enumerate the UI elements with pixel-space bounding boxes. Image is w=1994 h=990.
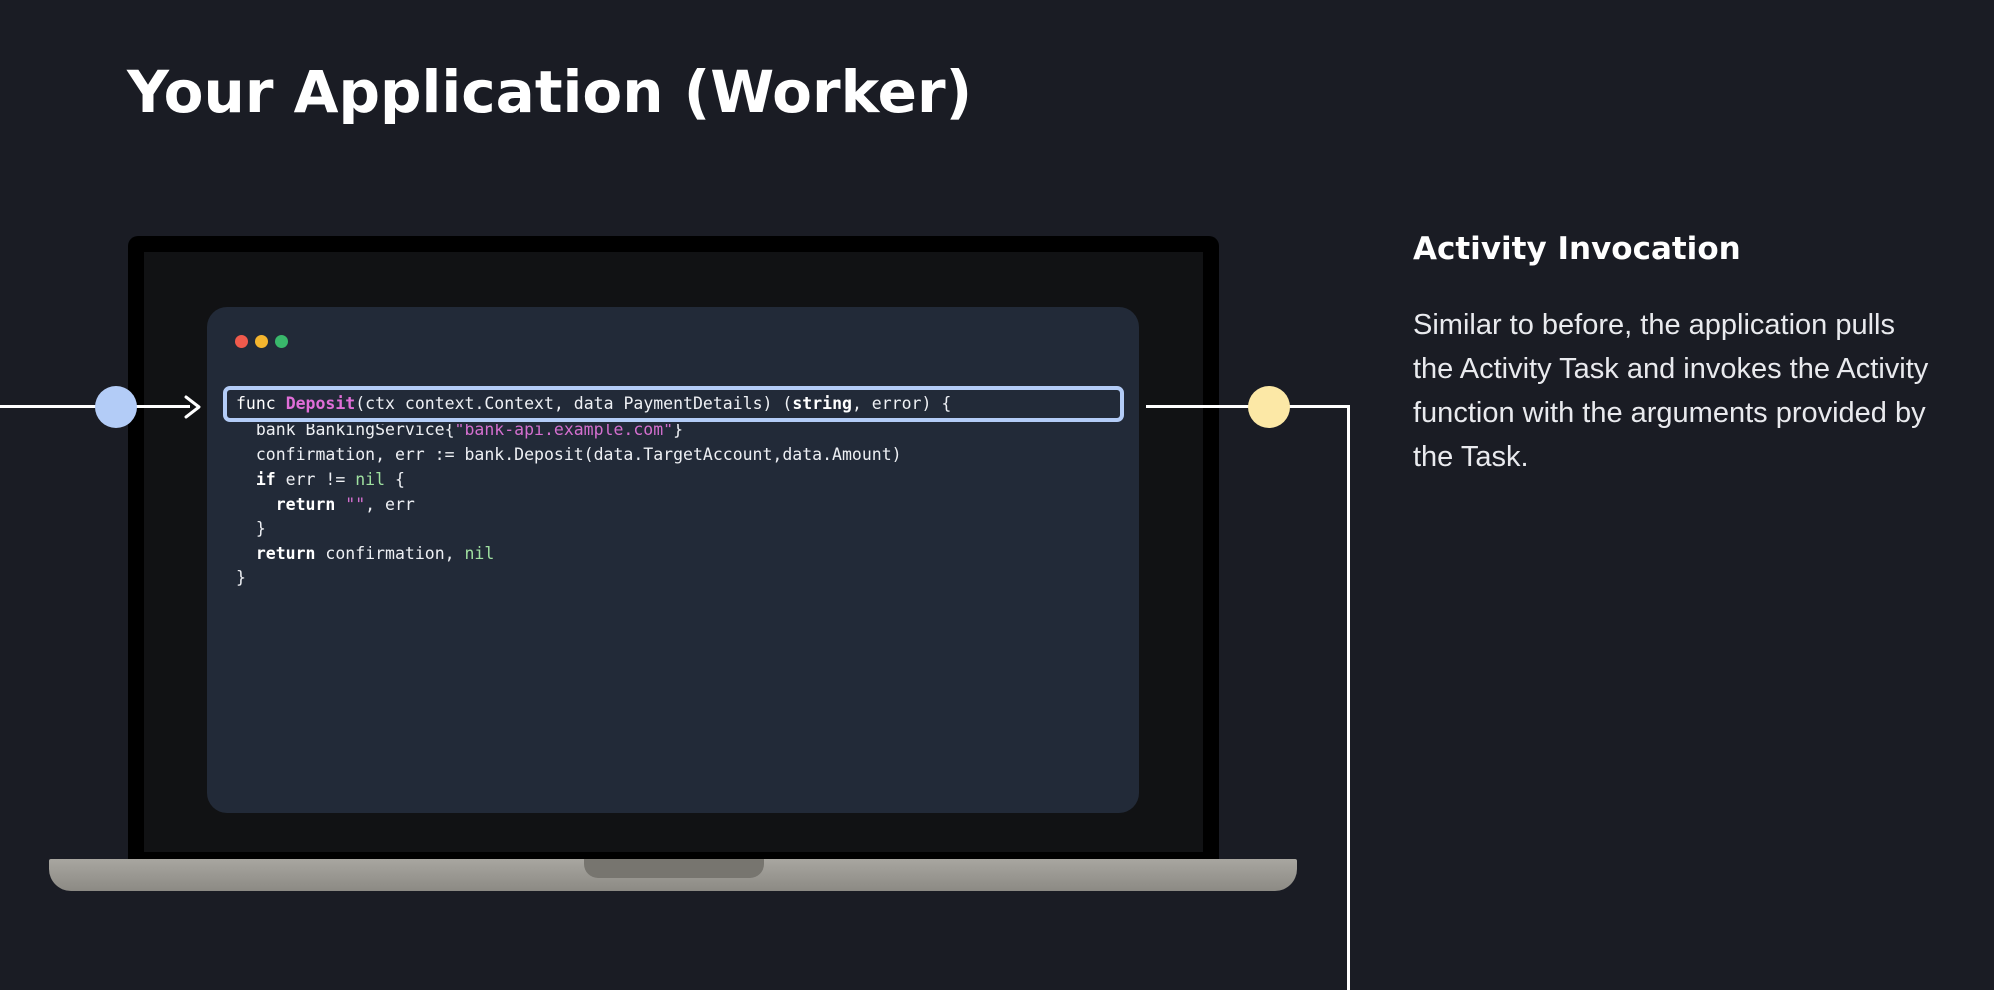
laptop-notch <box>584 859 764 878</box>
code-keyword: string <box>792 394 852 413</box>
code-line-close-func: } <box>236 566 246 590</box>
code-text: , err <box>365 495 415 514</box>
code-keyword: if <box>255 470 276 489</box>
code-text: } <box>236 568 246 587</box>
minimize-dot-icon <box>255 335 268 348</box>
code-line-return-error: return "", err <box>236 493 415 517</box>
code-text: confirmation, <box>315 544 465 563</box>
panel-description: Similar to before, the application pulls… <box>1413 309 1929 473</box>
close-dot-icon <box>235 335 248 348</box>
code-text: } <box>236 519 266 538</box>
outgoing-connector-vertical-line <box>1347 405 1350 990</box>
code-text: { <box>385 470 405 489</box>
code-function-name: Deposit <box>285 394 356 413</box>
code-keyword: return <box>275 495 336 514</box>
code-text: (ctx context.Context, data PaymentDetail… <box>355 394 793 413</box>
code-text: confirmation, err := bank.Deposit(data.T… <box>236 445 902 464</box>
arrow-right-icon <box>184 395 201 419</box>
code-line-return: return confirmation, nil <box>236 542 494 566</box>
code-line-if: if err != nil { <box>236 468 405 492</box>
code-text: , error) { <box>851 394 952 413</box>
code-keyword: func <box>236 394 276 413</box>
code-nil: nil <box>355 470 386 489</box>
output-node-icon <box>1248 386 1290 428</box>
code-line-confirmation: confirmation, err := bank.Deposit(data.T… <box>236 443 902 467</box>
page-title: Your Application (Worker) <box>127 58 973 126</box>
code-text: err != <box>275 470 356 489</box>
code-line-func-signature: func Deposit(ctx context.Context, data P… <box>236 392 951 416</box>
code-nil: nil <box>464 544 495 563</box>
maximize-dot-icon <box>275 335 288 348</box>
code-keyword: return <box>255 544 316 563</box>
code-string: "" <box>345 495 366 514</box>
input-node-icon <box>95 386 137 428</box>
code-line-close-if: } <box>236 517 266 541</box>
panel-heading: Activity Invocation <box>1413 231 1741 267</box>
